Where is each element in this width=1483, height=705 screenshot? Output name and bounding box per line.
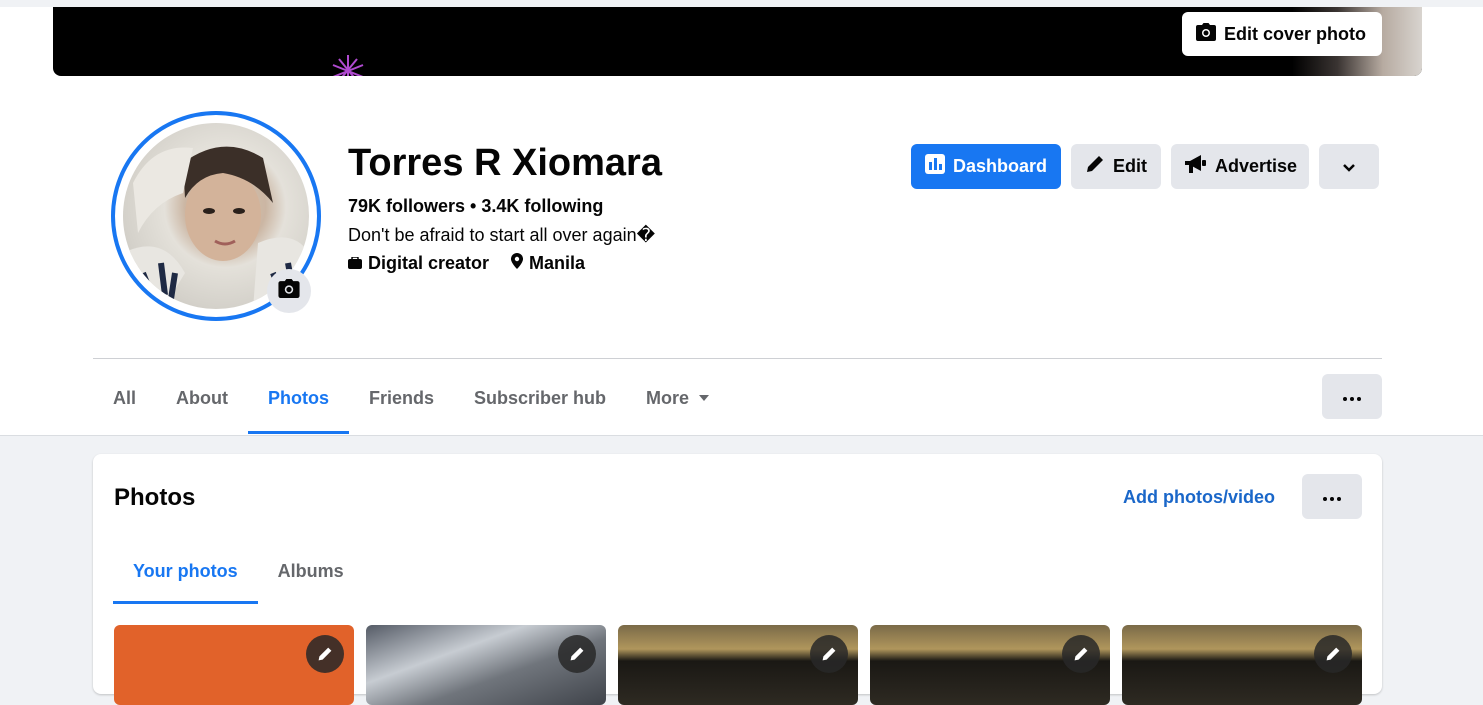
dashboard-button[interactable]: Dashboard [911,144,1061,189]
follower-stats[interactable]: 79K followers • 3.4K following [348,196,603,217]
ellipsis-icon [1323,488,1341,506]
edit-photo-pencil-icon[interactable] [810,635,848,673]
add-photos-video-link[interactable]: Add photos/video [1123,487,1275,508]
megaphone-icon [1185,155,1207,178]
firework-decoration [332,55,364,76]
category-label[interactable]: Digital creator [368,253,489,274]
advertise-button[interactable]: Advertise [1171,144,1309,189]
header-divider [93,358,1382,359]
subtab-albums[interactable]: Albums [258,538,364,604]
edit-photo-pencil-icon[interactable] [1062,635,1100,673]
tab-subscriber-hub[interactable]: Subscriber hub [454,362,626,434]
photo-thumbnail[interactable] [114,625,354,705]
photos-more-button[interactable] [1302,474,1362,519]
photo-thumbnail[interactable] [366,625,606,705]
bar-chart-icon [925,154,945,179]
camera-icon [278,279,300,303]
profile-meta: Digital creator Manila [348,253,585,274]
photo-thumbnail[interactable] [1122,625,1362,705]
photo-thumbnail[interactable] [870,625,1110,705]
edit-profile-button[interactable]: Edit [1071,144,1161,189]
camera-icon [1195,22,1216,46]
tabs-more-button[interactable] [1322,374,1382,419]
tab-about[interactable]: About [156,362,248,434]
edit-photo-pencil-icon[interactable] [1314,635,1352,673]
edit-photo-pencil-icon[interactable] [306,635,344,673]
location-label: Manila [529,253,586,273]
subtab-your-photos[interactable]: Your photos [113,538,258,604]
caret-down-icon [699,395,710,401]
edit-photo-pencil-icon[interactable] [558,635,596,673]
edit-label: Edit [1113,156,1147,176]
tab-more[interactable]: More [626,362,729,434]
tab-all[interactable]: All [93,362,156,434]
ellipsis-icon [1343,388,1361,406]
cover-photo[interactable]: Edit cover photo [53,7,1422,76]
photo-thumbnail[interactable] [618,625,858,705]
more-profile-options-button[interactable] [1319,144,1379,189]
photos-card: Photos Add photos/video Your photos Albu… [93,454,1382,705]
profile-tabs: All About Photos Friends Subscriber hub … [93,362,729,434]
photos-subtabs: Your photos Albums [113,538,364,604]
briefcase-icon [348,253,362,274]
edit-cover-photo-button[interactable]: Edit cover photo [1181,12,1382,56]
tab-friends[interactable]: Friends [349,362,454,434]
profile-bio: Don't be afraid to start all over again� [348,225,656,245]
chevron-down-icon [1343,156,1355,177]
advertise-label: Advertise [1215,156,1298,176]
tab-photos[interactable]: Photos [248,362,349,434]
update-profile-picture-button[interactable] [267,269,311,313]
location-pin-icon [511,253,524,274]
edit-cover-label: Edit cover photo [1223,23,1366,44]
photos-title: Photos [114,484,196,511]
top-strip [0,0,1483,7]
photo-grid [114,625,1362,705]
profile-name: Torres R Xiomara [348,142,662,184]
dashboard-label: Dashboard [953,156,1048,176]
pencil-icon [1085,154,1105,179]
